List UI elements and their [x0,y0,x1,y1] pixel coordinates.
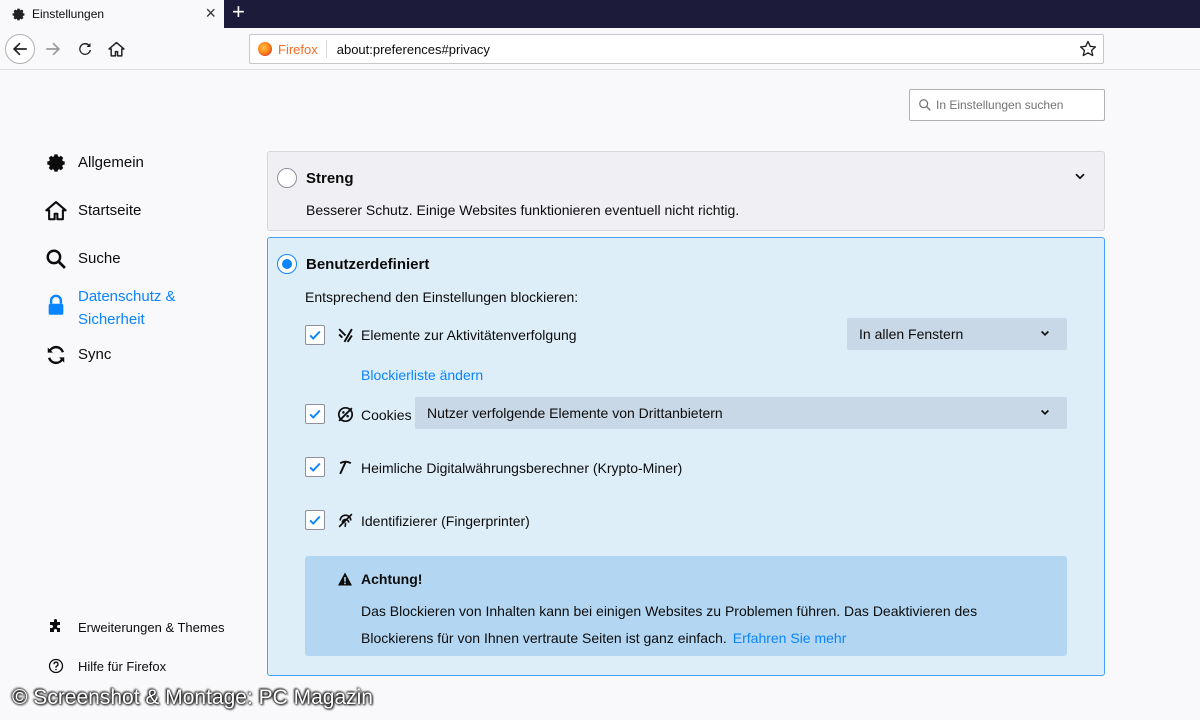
sidebar-item-label: Suche [78,250,121,267]
custom-subtitle: Entsprechend den Einstellungen blockiere… [305,289,579,305]
sidebar-item-label-line2: Sicherheit [78,311,145,328]
strict-option-card[interactable]: Streng Besserer Schutz. Einige Websites … [267,151,1105,231]
reload-icon [79,42,92,55]
fingerprint-icon [336,511,354,529]
sidebar-item-addons[interactable]: Erweiterungen & Themes [48,619,224,635]
home-button[interactable] [101,34,131,64]
sidebar-item-label: Allgemein [78,154,144,171]
change-blocklist-link[interactable]: Blockierliste ändern [361,367,483,383]
sidebar-item-label: Hilfe für Firefox [78,658,167,674]
cookies-select[interactable]: Nutzer verfolgende Elemente von Drittanb… [415,397,1067,429]
sidebar-item-label: Erweiterungen & Themes [78,619,225,635]
warning-text-container: Das Blockieren von Inhalten kann bei ein… [361,598,1051,652]
url-bar[interactable]: Firefox about:preferences#privacy [249,34,1104,64]
identity-label: Firefox [278,41,318,57]
sidebar-item-privacy[interactable]: Datenschutz & Sicherheit [44,285,176,331]
cryptominers-checkbox[interactable] [305,457,325,477]
sync-icon [44,343,68,367]
learn-more-link[interactable]: Erfahren Sie mehr [733,630,847,646]
strict-title: Streng [306,170,354,187]
tab-title: Einstellungen [32,7,105,21]
url-text[interactable]: about:preferences#privacy [327,42,490,57]
gear-icon [44,151,68,175]
cryptominers-label: Heimliche Digitalwährungsberechner (Kryp… [361,460,683,476]
fingerprinters-label: Identifizierer (Fingerprinter) [361,513,530,529]
cryptominer-icon [336,458,354,476]
search-icon [44,247,68,271]
watermark: © Screenshot & Montage: PC Magazin [12,686,373,709]
chevron-down-icon[interactable] [1073,169,1087,183]
tracking-checkbox[interactable] [305,325,325,345]
home-icon [107,41,125,57]
cookie-icon [336,405,354,423]
sidebar-item-home[interactable]: Startseite [44,199,141,223]
sidebar-item-label: Startseite [78,202,142,219]
checkmark-icon [309,462,321,472]
arrow-right-icon [46,42,61,56]
sidebar-item-label: Sync [78,346,112,363]
checkmark-icon [309,330,321,340]
sidebar-item-label-line1: Datenschutz & [78,288,176,305]
cookies-label: Cookies [361,407,412,423]
chevron-down-icon [1041,409,1049,416]
search-input[interactable]: In Einstellungen suchen [909,89,1105,121]
lock-icon [44,293,68,317]
warning-text: Das Blockieren von Inhalten kann bei ein… [361,603,978,646]
back-button[interactable] [5,34,35,64]
reload-button[interactable] [70,34,100,64]
tab-bar: Einstellungen × + [0,0,1200,28]
sidebar-item-search[interactable]: Suche [44,247,121,271]
puzzle-icon [48,619,64,635]
help-icon [48,658,64,674]
sidebar-item-sync[interactable]: Sync [44,343,111,367]
gear-icon [10,6,26,22]
cookies-checkbox[interactable] [305,404,325,424]
tracker-icon [336,326,354,344]
sidebar-item-help[interactable]: Hilfe für Firefox [48,658,166,674]
forward-button[interactable] [38,34,68,64]
nav-bar: Firefox about:preferences#privacy [0,28,1200,70]
tab-preferences[interactable]: Einstellungen × [0,0,224,28]
home-icon [44,199,68,223]
new-tab-button[interactable]: + [232,0,250,26]
identity-box[interactable]: Firefox [250,40,327,58]
sidebar-item-general[interactable]: Allgemein [44,151,144,175]
tracking-label: Elemente zur Aktivitätenverfolgung [361,327,577,343]
checkmark-icon [309,515,321,525]
arrow-left-icon [12,42,27,56]
tracking-scope-value: In allen Fenstern [859,326,964,342]
search-icon [919,99,931,111]
firefox-logo-icon [258,42,272,56]
cookies-value: Nutzer verfolgende Elemente von Drittanb… [427,405,723,421]
checkmark-icon [309,409,321,419]
close-icon[interactable]: × [205,3,216,24]
chevron-down-icon [1041,330,1049,337]
star-icon[interactable] [1079,40,1097,58]
tracking-scope-select[interactable]: In allen Fenstern [847,318,1067,350]
custom-title: Benutzerdefiniert [306,256,430,273]
strict-description: Besserer Schutz. Einige Websites funktio… [306,202,740,218]
warning-title: Achtung! [361,571,423,587]
sidebar-item-label: Datenschutz & Sicherheit [78,285,176,331]
warning-icon [338,572,352,586]
search-placeholder: In Einstellungen suchen [936,98,1064,112]
strict-radio[interactable] [277,168,297,188]
warning-box: Achtung! Das Blockieren von Inhalten kan… [305,556,1067,656]
custom-radio[interactable] [277,254,297,274]
fingerprinters-checkbox[interactable] [305,510,325,530]
